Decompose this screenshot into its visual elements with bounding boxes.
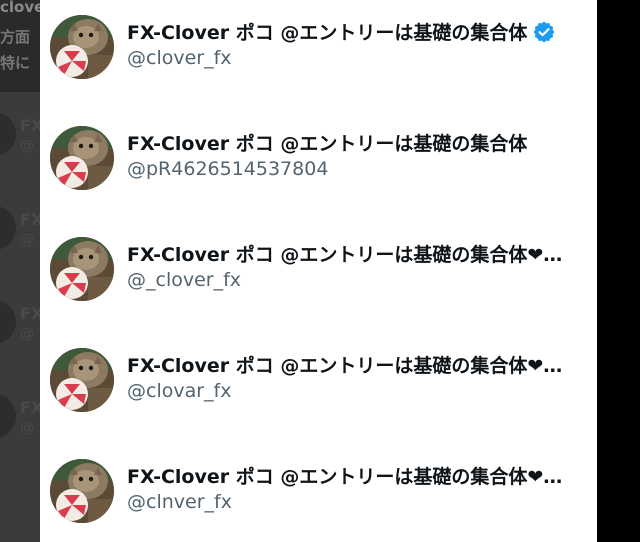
avatar[interactable] bbox=[50, 237, 114, 301]
account-display-name: FX-Clover ポコ @エントリーは基礎の集合体❤… bbox=[127, 351, 562, 378]
dimmed-handle: @ bbox=[20, 232, 34, 248]
cat-ornament-avatar-icon bbox=[50, 126, 114, 190]
dimmed-handle: @ bbox=[20, 420, 34, 436]
display-name-text: FX-Clover ポコ @エントリーは基礎の集合体❤… bbox=[127, 355, 563, 377]
account-display-name: FX-Clover ポコ @エントリーは基礎の集合体 bbox=[127, 18, 555, 45]
dimmed-avatar bbox=[0, 300, 16, 344]
dimmed-tweet-text: clover/ 方面 特に bbox=[0, 0, 40, 92]
avatar[interactable] bbox=[50, 459, 114, 523]
cat-ornament-avatar-icon bbox=[50, 348, 114, 412]
account-display-name: FX-Clover ポコ @エントリーは基礎の集合体❤… bbox=[127, 240, 562, 267]
account-row[interactable]: FX-Clover ポコ @エントリーは基礎の集合体 @clover_fx bbox=[40, 0, 597, 110]
avatar[interactable] bbox=[50, 15, 114, 79]
display-name-text: FX-Clover ポコ @エントリーは基礎の集合体❤… bbox=[127, 466, 563, 488]
screen: clover/ 方面 特に FX @ FX @ FX @ FX @ bbox=[0, 0, 640, 542]
dimmed-text-line: 特に bbox=[0, 54, 31, 72]
display-name-text: FX-Clover ポコ @エントリーは基礎の集合体 bbox=[127, 133, 528, 155]
account-handle: @clover_fx bbox=[127, 47, 232, 69]
account-display-name: FX-Clover ポコ @エントリーは基礎の集合体❤… bbox=[127, 462, 562, 489]
account-list-panel: FX-Clover ポコ @エントリーは基礎の集合体 @clover_fx FX… bbox=[40, 0, 597, 542]
account-row[interactable]: FX-Clover ポコ @エントリーは基礎の集合体 @pR4626514537… bbox=[40, 111, 597, 221]
cat-ornament-avatar-icon bbox=[50, 15, 114, 79]
dimmed-right-edge bbox=[597, 0, 640, 542]
display-name-text: FX-Clover ポコ @エントリーは基礎の集合体 bbox=[127, 22, 528, 44]
account-handle: @_clover_fx bbox=[127, 269, 242, 291]
dimmed-handle: @ bbox=[20, 326, 34, 342]
display-name-text: FX-Clover ポコ @エントリーは基礎の集合体❤… bbox=[127, 244, 563, 266]
verified-badge-icon bbox=[533, 21, 555, 42]
cat-ornament-avatar-icon bbox=[50, 237, 114, 301]
dimmed-text-line: clover/ bbox=[0, 0, 40, 16]
avatar[interactable] bbox=[50, 348, 114, 412]
avatar[interactable] bbox=[50, 126, 114, 190]
dimmed-avatar bbox=[0, 112, 16, 156]
account-row[interactable]: FX-Clover ポコ @エントリーは基礎の集合体❤… @clnver_fx bbox=[40, 444, 597, 542]
dimmed-text-line: 方面 bbox=[0, 28, 31, 46]
account-handle: @clnver_fx bbox=[127, 491, 232, 513]
dimmed-avatar bbox=[0, 394, 16, 438]
account-handle: @clovar_fx bbox=[127, 380, 232, 402]
dimmed-avatar bbox=[0, 206, 16, 250]
account-row[interactable]: FX-Clover ポコ @エントリーは基礎の集合体❤… @clovar_fx bbox=[40, 333, 597, 443]
dimmed-handle: @ bbox=[20, 138, 34, 154]
cat-ornament-avatar-icon bbox=[50, 459, 114, 523]
account-handle: @pR4626514537804 bbox=[127, 158, 329, 180]
account-row[interactable]: FX-Clover ポコ @エントリーは基礎の集合体❤… @_clover_fx bbox=[40, 222, 597, 332]
account-display-name: FX-Clover ポコ @エントリーは基礎の集合体 bbox=[127, 129, 527, 156]
